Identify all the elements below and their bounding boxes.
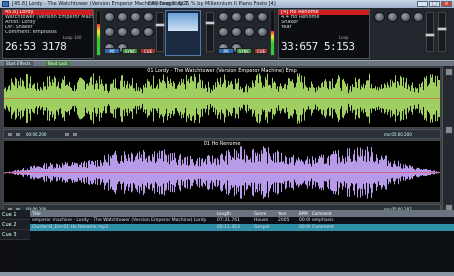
deck-b-display: [4] Ho Renome 4.4 Ho Renome Shaker Year … xyxy=(278,9,370,59)
gain-knob[interactable] xyxy=(218,12,229,22)
vertical-scrollbar[interactable] xyxy=(442,66,454,214)
waveform-deck-a[interactable]: 01 Lordy - The Watchtower (Version Emper… xyxy=(3,67,441,128)
row-comment: Comment xyxy=(312,225,335,230)
deck-b-loop: Loop xyxy=(339,35,349,40)
deck-a-position-right: ms:05:00.200 xyxy=(384,132,412,137)
cue-item[interactable]: Cue 2 xyxy=(0,220,30,230)
filter-knob[interactable] xyxy=(104,27,115,38)
row-length: 07:31.761 xyxy=(217,218,240,223)
title-bar: [45.8] Lordy - The Watchtower (Version E… xyxy=(0,0,454,8)
deck-a-display: 45.8] Lordy Watchtower (Version Emperor … xyxy=(2,9,94,59)
fx-knob[interactable] xyxy=(231,27,242,38)
low-eq-knob[interactable] xyxy=(143,12,154,22)
zoom-out-button[interactable] xyxy=(72,132,78,137)
row-year xyxy=(276,224,297,231)
booth-fader[interactable] xyxy=(437,12,447,52)
filter-knob[interactable] xyxy=(218,27,229,38)
playlist: Title Length Genre Year BPM Comment empe… xyxy=(30,210,454,272)
deck-a-position: 00:00.200 xyxy=(26,132,47,137)
row-genre: Gospel xyxy=(254,225,270,230)
master-fader[interactable] xyxy=(425,12,435,52)
stop-button[interactable] xyxy=(15,132,21,137)
beat-lock-button[interactable]: Beat Lock xyxy=(46,61,70,66)
video-preview xyxy=(168,13,198,31)
fx2-knob[interactable] xyxy=(387,12,398,22)
row-year: 2005 xyxy=(278,218,290,223)
waveform-b-caption: 01 Ho Renome xyxy=(203,141,241,147)
key-knob[interactable] xyxy=(143,27,154,38)
mid-eq-knob[interactable] xyxy=(130,12,141,22)
pitch-knob[interactable] xyxy=(244,27,255,38)
deck-a-time: 26:53 3178 xyxy=(5,40,67,53)
deck-b-time: 33:657 5:153 xyxy=(281,40,355,53)
cue-item[interactable]: Cue 1 xyxy=(0,210,30,220)
play-button[interactable] xyxy=(7,132,13,137)
cue-item[interactable]: Cue 3 xyxy=(0,230,30,240)
toolbar: Start Effects Beat Lock xyxy=(0,60,454,66)
close-button[interactable]: × xyxy=(441,1,452,7)
zoom-in-button[interactable] xyxy=(64,132,70,137)
deck-b-vu-meter xyxy=(270,10,275,56)
deck-a-loop: Loop 140 xyxy=(63,35,82,40)
col-length[interactable]: Length xyxy=(215,210,252,217)
pitch-knob[interactable] xyxy=(130,27,141,38)
mid-eq-knob[interactable] xyxy=(244,12,255,22)
table-row[interactable]: Cluster-B_Em-01 Ho Renome.mp3 05:11.353 … xyxy=(30,224,454,231)
row-length: 05:11.353 xyxy=(217,225,240,230)
decks-panel: 45.8] Lordy Watchtower (Version Emperor … xyxy=(0,8,454,60)
fx1-knob[interactable] xyxy=(374,12,385,22)
deck-a-transport: 00:00.200 ms:05:00.200 xyxy=(3,129,441,139)
deck-a-pfl-button[interactable]: Pfl xyxy=(104,48,120,54)
row-title: Cluster-B_Em-01 Ho Renome.mp3 xyxy=(32,225,109,230)
col-year[interactable]: Year xyxy=(276,210,297,217)
key-knob[interactable] xyxy=(257,27,268,38)
low-eq-knob[interactable] xyxy=(257,12,268,22)
deck-b-fx-knobs xyxy=(372,10,424,58)
waveform-a-caption: 01 Lordy - The Watchtower (Version Emper… xyxy=(147,68,297,74)
row-genre: House xyxy=(254,218,269,223)
deck-b-info: Year xyxy=(281,25,292,30)
minimize-button[interactable]: _ xyxy=(417,1,428,7)
deck-a-vu-meter xyxy=(96,10,101,56)
cue-list: Cue 1 Cue 2 Cue 3 xyxy=(0,210,30,272)
mixer-center xyxy=(165,10,201,56)
deck-b-sync-button[interactable]: SYNC xyxy=(236,48,252,54)
start-effects-button[interactable]: Start Effects xyxy=(4,61,33,66)
maximize-button[interactable]: □ xyxy=(429,1,440,7)
deck-b-pfl-button[interactable]: Pfl xyxy=(218,48,234,54)
deck-b-volume-fader[interactable] xyxy=(205,12,215,52)
gain-knob[interactable] xyxy=(104,12,115,22)
waveform-b-graph xyxy=(4,146,440,199)
scroll-up-icon[interactable] xyxy=(445,68,453,76)
col-comment[interactable]: Comment xyxy=(310,210,350,217)
deck-a-volume-fader[interactable] xyxy=(155,12,165,52)
high-eq-knob[interactable] xyxy=(231,12,242,22)
col-bpm[interactable]: BPM xyxy=(297,210,310,217)
high-eq-knob[interactable] xyxy=(117,12,128,22)
waveform-deck-b[interactable]: 01 Ho Renome xyxy=(3,140,441,203)
row-bpm: 00:00 xyxy=(299,218,310,223)
app-icon xyxy=(2,1,9,7)
row-title: emperor machine - Lordy - The Watchtower… xyxy=(32,218,207,223)
cpu-usage: CPU usage: 6/25 % by Millennium II Piano… xyxy=(148,1,276,7)
row-comment: emphasis xyxy=(312,218,334,223)
col-title[interactable]: Title xyxy=(30,210,215,217)
status-bar xyxy=(0,272,454,276)
fx-knob[interactable] xyxy=(117,27,128,38)
fx4-knob[interactable] xyxy=(413,12,424,22)
row-bpm: 00:00 xyxy=(299,225,310,230)
playlist-header: Title Length Genre Year BPM Comment xyxy=(30,210,454,217)
deck-a-cue-button[interactable]: CUE xyxy=(140,48,156,54)
table-row[interactable]: emperor machine - Lordy - The Watchtower… xyxy=(30,217,454,224)
fx3-knob[interactable] xyxy=(400,12,411,22)
deck-b-cue-button[interactable]: CUE xyxy=(254,48,268,54)
waveform-a-graph xyxy=(4,73,440,124)
scroll-thumb[interactable] xyxy=(445,126,453,134)
col-genre[interactable]: Genre xyxy=(252,210,276,217)
deck-a-sync-button[interactable]: SYNC xyxy=(122,48,138,54)
